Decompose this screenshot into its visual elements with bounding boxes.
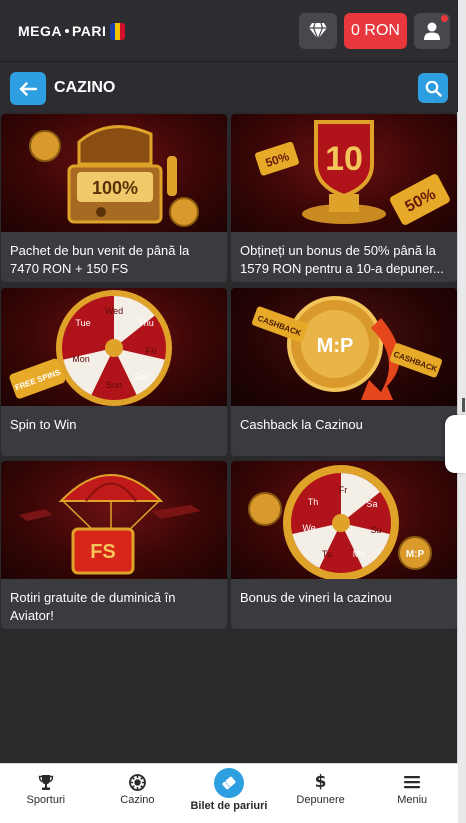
- promo-image-treasure-chest: 100%: [1, 114, 227, 232]
- logo-text-right: PARI: [72, 23, 107, 39]
- nav-item-casino[interactable]: Cazino: [92, 764, 184, 823]
- svg-text:Thu: Thu: [138, 318, 154, 328]
- ticket-icon: [213, 768, 244, 798]
- nav-item-bet-slip[interactable]: Bilet de pariuri: [183, 764, 275, 823]
- user-profile-button[interactable]: [414, 13, 450, 49]
- page-title: CAZINO: [54, 79, 116, 96]
- svg-text:Tu: Tu: [322, 549, 332, 559]
- romania-flag-icon: [110, 22, 126, 40]
- svg-text:Sa: Sa: [366, 499, 377, 509]
- svg-text:Su: Su: [370, 525, 381, 535]
- megapari-logo[interactable]: MEGA PARI: [18, 21, 126, 41]
- back-button[interactable]: [10, 72, 46, 105]
- section-bar: CAZINO: [0, 62, 458, 112]
- promo-image-shield-trophy: 10 50% 50%: [231, 114, 457, 232]
- svg-text:10: 10: [325, 140, 363, 178]
- notification-dot: [441, 15, 448, 22]
- promo-title: Obțineți un bonus de 50% până la 1579 RO…: [240, 243, 444, 276]
- balance-button[interactable]: 0 RON: [344, 13, 407, 49]
- nav-item-sports[interactable]: Sporturi: [0, 764, 92, 823]
- promo-image-friday-wheel: Fr Sa Su Mo Tu We Th M:P: [231, 461, 457, 579]
- logo-dot: [65, 29, 69, 33]
- promo-title: Bonus de vineri la cazinou: [240, 590, 392, 605]
- nav-label: Depunere: [296, 794, 345, 806]
- diamond-icon: [309, 22, 327, 40]
- promo-card-spin-to-win[interactable]: Wed Thu Fri Sat Sun Mon Tue FREE SPINS S…: [1, 288, 227, 456]
- svg-text:M:P: M:P: [317, 335, 354, 357]
- promo-card-friday-bonus[interactable]: Fr Sa Su Mo Tu We Th M:P Bonus de vineri…: [231, 461, 457, 629]
- svg-text:Mon: Mon: [72, 354, 90, 364]
- svg-text:Mo: Mo: [353, 549, 366, 559]
- promo-card-cashback[interactable]: M:P CASHBACK CASHBACK Cashback la Cazino…: [231, 288, 457, 456]
- svg-text:Tue: Tue: [75, 318, 90, 328]
- search-icon: [425, 80, 442, 97]
- svg-text:FS: FS: [90, 541, 116, 563]
- nav-label: Meniu: [397, 794, 428, 806]
- app-frame: MEGA PARI 0 RON CAZINO 100% Pachet de bu…: [0, 0, 458, 823]
- promo-title: Spin to Win: [10, 417, 77, 432]
- search-button[interactable]: [418, 73, 448, 103]
- trophy-icon: [38, 773, 54, 791]
- svg-text:Fr: Fr: [339, 485, 348, 495]
- scrollbar-tick: [462, 398, 465, 412]
- svg-text:Fri: Fri: [146, 346, 157, 356]
- svg-text:100%: 100%: [92, 178, 138, 198]
- svg-text:Th: Th: [308, 497, 319, 507]
- nav-item-menu[interactable]: Meniu: [366, 764, 458, 823]
- side-panel-handle[interactable]: [445, 415, 466, 473]
- vip-diamond-button[interactable]: [299, 13, 337, 49]
- back-arrow-icon: [19, 81, 37, 96]
- svg-text:Wed: Wed: [105, 306, 123, 316]
- bottom-navigation: Sporturi Cazino Bilet de pariuri $ Depun…: [0, 763, 458, 823]
- svg-text:We: We: [302, 523, 315, 533]
- nav-label: Sporturi: [26, 794, 66, 806]
- promo-title: Cashback la Cazinou: [240, 417, 363, 432]
- promo-title: Rotiri gratuite de duminică în Aviator!: [10, 590, 176, 623]
- svg-text:M:P: M:P: [406, 549, 425, 560]
- user-icon: [424, 22, 440, 40]
- dollar-icon: $: [314, 772, 327, 792]
- promo-card-tenth-deposit[interactable]: 10 50% 50% Obțineți un bonus de 50% până…: [231, 114, 457, 282]
- svg-text:Sun: Sun: [106, 380, 122, 390]
- casino-chip-icon: [128, 773, 146, 791]
- promo-image-days-wheel: Wed Thu Fri Sat Sun Mon Tue FREE SPINS: [1, 288, 227, 406]
- menu-icon: [404, 773, 421, 791]
- svg-text:Sat: Sat: [134, 372, 148, 382]
- promo-card-aviator-sunday[interactable]: FS Rotiri gratuite de duminică în Aviato…: [1, 461, 227, 629]
- promo-image-cashback-coin: M:P CASHBACK CASHBACK: [231, 288, 457, 406]
- promo-image-parachute-gift: FS: [1, 461, 227, 579]
- nav-item-deposit[interactable]: $ Depunere: [275, 764, 367, 823]
- top-header: MEGA PARI 0 RON: [0, 0, 458, 62]
- nav-label: Cazino: [120, 794, 155, 806]
- promo-card-welcome-package[interactable]: 100% Pachet de bun venit de până la 7470…: [1, 114, 227, 282]
- nav-label: Bilet de pariuri: [190, 800, 268, 812]
- logo-text-left: MEGA: [18, 23, 62, 39]
- promo-title: Pachet de bun venit de până la 7470 RON …: [10, 243, 190, 276]
